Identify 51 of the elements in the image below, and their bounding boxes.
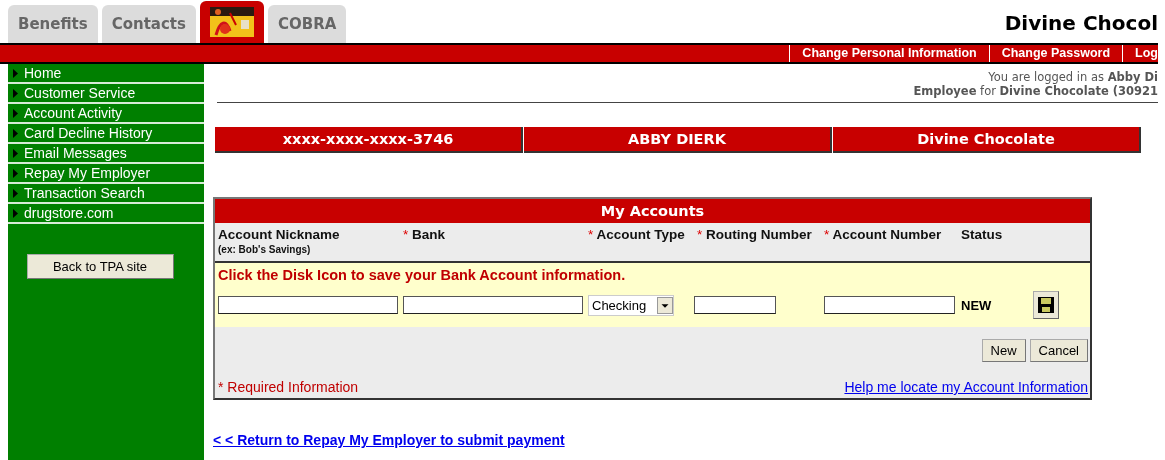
sidebar-label: Home xyxy=(24,65,62,81)
sidebar-item[interactable]: Home xyxy=(8,64,204,84)
account-type-select[interactable]: Checking xyxy=(588,294,674,316)
tab[interactable]: COBRA xyxy=(267,5,347,43)
column-header: * Bank xyxy=(403,227,447,244)
top-link[interactable]: Change Personal Information xyxy=(789,45,989,62)
column-header: Account Nickname (ex: Bob's Savings) xyxy=(218,227,341,257)
sidebar-label: Transaction Search xyxy=(24,185,145,201)
info-box: ABBY DIERK xyxy=(524,127,832,153)
sidebar-label: drugstore.com xyxy=(24,205,114,221)
help-link[interactable]: Help me locate my Account Information xyxy=(844,379,1088,395)
return-link[interactable]: < < Return to Repay My Employer to submit payment xyxy=(213,432,565,448)
tab[interactable]: Contacts xyxy=(101,5,196,43)
login-info: You are logged in as Abby Di xyxy=(987,70,1158,84)
save-button[interactable] xyxy=(1033,291,1059,319)
form-button[interactable]: Cancel xyxy=(1029,339,1088,362)
sidebar-item[interactable]: Email Messages xyxy=(8,144,204,164)
sidebar-item[interactable]: Transaction Search xyxy=(8,184,204,204)
sidebar-item[interactable]: Account Activity xyxy=(8,104,204,124)
notice-text: Click the Disk Icon to save your Bank Account information. xyxy=(217,267,627,283)
sidebar-item[interactable]: drugstore.com xyxy=(8,204,204,224)
sidebar-label: Card Decline History xyxy=(24,125,153,141)
caret-icon xyxy=(657,296,673,314)
sidebar-item[interactable]: Repay My Employer xyxy=(8,164,204,184)
login-info: Employee for Divine Chocolate (30921 xyxy=(912,84,1158,98)
card-tab[interactable] xyxy=(199,1,264,43)
company-title: Divine Chocol xyxy=(1004,11,1158,37)
status-text: NEW xyxy=(961,297,993,313)
account-number-field[interactable] xyxy=(824,296,955,314)
column-header: * Account Type xyxy=(588,227,686,244)
sidebar-label: Repay My Employer xyxy=(24,165,151,181)
nickname-field[interactable] xyxy=(218,296,398,314)
sidebar-label: Account Activity xyxy=(24,105,123,121)
routing-field[interactable] xyxy=(694,296,776,314)
top-link[interactable]: Change Password xyxy=(988,45,1123,62)
form-button[interactable]: New xyxy=(981,339,1026,362)
required-note: * Required Information xyxy=(218,379,359,395)
sidebar-label: Customer Service xyxy=(24,85,136,101)
tab[interactable]: Benefits xyxy=(8,5,98,43)
top-link[interactable]: Log xyxy=(1122,45,1158,62)
column-header: Status xyxy=(961,227,1004,244)
bank-field[interactable] xyxy=(403,296,583,314)
sidebar-item[interactable]: Customer Service xyxy=(8,84,204,104)
sidebar-item[interactable]: Card Decline History xyxy=(8,124,204,144)
panel-title: My Accounts xyxy=(215,199,1090,223)
info-box: xxxx-xxxx-xxxx-3746 xyxy=(215,127,523,153)
column-header: * Routing Number xyxy=(697,227,813,244)
sidebar-label: Email Messages xyxy=(24,145,127,161)
back-button[interactable]: Back to TPA site xyxy=(26,254,174,279)
info-box: Divine Chocolate xyxy=(833,127,1141,153)
column-header: * Account Number xyxy=(824,227,943,244)
